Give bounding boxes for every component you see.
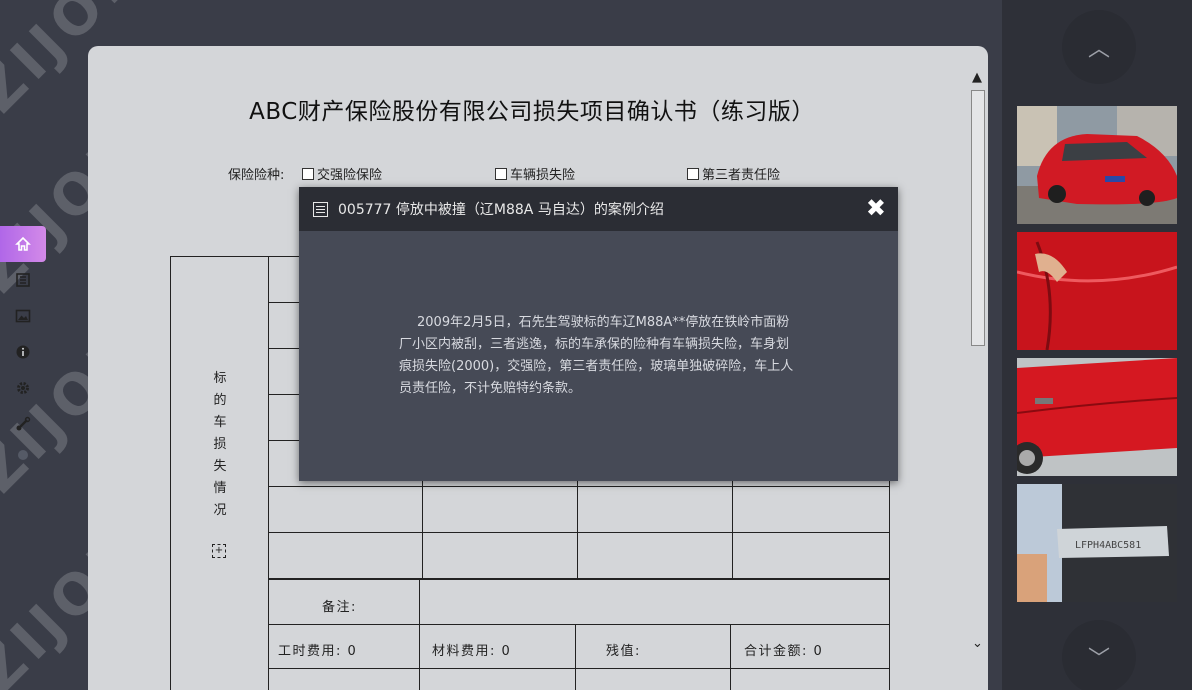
case-description: 2009年2月5日，石先生驾驶标的车辽M88A**停放在铁岭市面粉厂小区内被刮，… xyxy=(399,315,794,396)
gear-icon xyxy=(17,382,29,394)
checkbox[interactable] xyxy=(302,167,314,180)
document-title: ABC财产保险股份有限公司损失项目确认书（练习版） xyxy=(249,99,815,125)
info-icon xyxy=(16,345,30,359)
photo-gallery: ︿ LFPH4ABC581 ﹀ xyxy=(1002,0,1192,690)
insurance-option-compulsory[interactable]: 交强险保险 xyxy=(302,164,382,183)
sidebar-item-document[interactable] xyxy=(0,262,46,298)
gallery-down-button[interactable]: ﹀ xyxy=(1062,620,1136,690)
insurance-type-label: 保险险种: xyxy=(228,168,285,183)
case-intro-modal: 005777 停放中被撞（辽M88A 马自达）的案例介绍 ✖ 2009年2月5日… xyxy=(299,187,898,481)
document-icon xyxy=(16,273,30,287)
scroll-up-button[interactable]: ▲ xyxy=(972,70,982,85)
scrollbar-thumb[interactable] xyxy=(971,90,985,346)
sidebar-item-home[interactable] xyxy=(0,226,46,262)
labor-cost: 工时费用: 0 xyxy=(278,644,358,659)
insurance-option-label: 第三者责任险 xyxy=(702,168,781,183)
sidebar-item-info[interactable] xyxy=(0,334,46,370)
expand-icon[interactable]: + xyxy=(212,544,226,558)
image-icon xyxy=(15,309,31,323)
residual-value: 残值: xyxy=(606,644,641,659)
vin-photo[interactable]: LFPH4ABC581 xyxy=(1017,484,1177,602)
remark-label: 备注: xyxy=(322,600,357,615)
dot-icon[interactable] xyxy=(18,450,28,460)
car-photo-side[interactable] xyxy=(1017,358,1177,476)
insurance-option-vehicle-damage[interactable]: 车辆损失险 xyxy=(495,164,575,183)
sidebar-item-tools[interactable] xyxy=(0,406,46,442)
total-amount: 合计金额: 0 xyxy=(744,644,824,659)
home-icon xyxy=(15,236,31,251)
close-icon[interactable]: ✖ xyxy=(866,196,886,220)
checkbox[interactable] xyxy=(687,167,699,180)
car-photo-door-scratch[interactable] xyxy=(1017,232,1177,350)
car-photo-front[interactable] xyxy=(1017,106,1177,224)
vertical-label: 标的车损失情况 xyxy=(213,371,227,518)
sidebar xyxy=(0,226,46,468)
checkbox[interactable] xyxy=(495,167,507,180)
tools-icon xyxy=(16,416,31,431)
vin-text: LFPH4ABC581 xyxy=(1075,540,1141,551)
modal-title: 005777 停放中被撞（辽M88A 马自达）的案例介绍 xyxy=(338,202,664,218)
sidebar-item-settings[interactable] xyxy=(0,370,46,406)
insurance-option-label: 车辆损失险 xyxy=(510,168,576,183)
insurance-option-third-party[interactable]: 第三者责任险 xyxy=(687,164,780,183)
gallery-up-button[interactable]: ︿ xyxy=(1062,10,1136,84)
list-icon xyxy=(313,201,328,217)
material-cost: 材料费用: 0 xyxy=(432,644,512,659)
sidebar-item-image[interactable] xyxy=(0,298,46,334)
scroll-down-button[interactable]: ⌄ xyxy=(972,636,983,651)
modal-header: 005777 停放中被撞（辽M88A 马自达）的案例介绍 xyxy=(299,187,898,231)
insurance-option-label: 交强险保险 xyxy=(317,168,383,183)
